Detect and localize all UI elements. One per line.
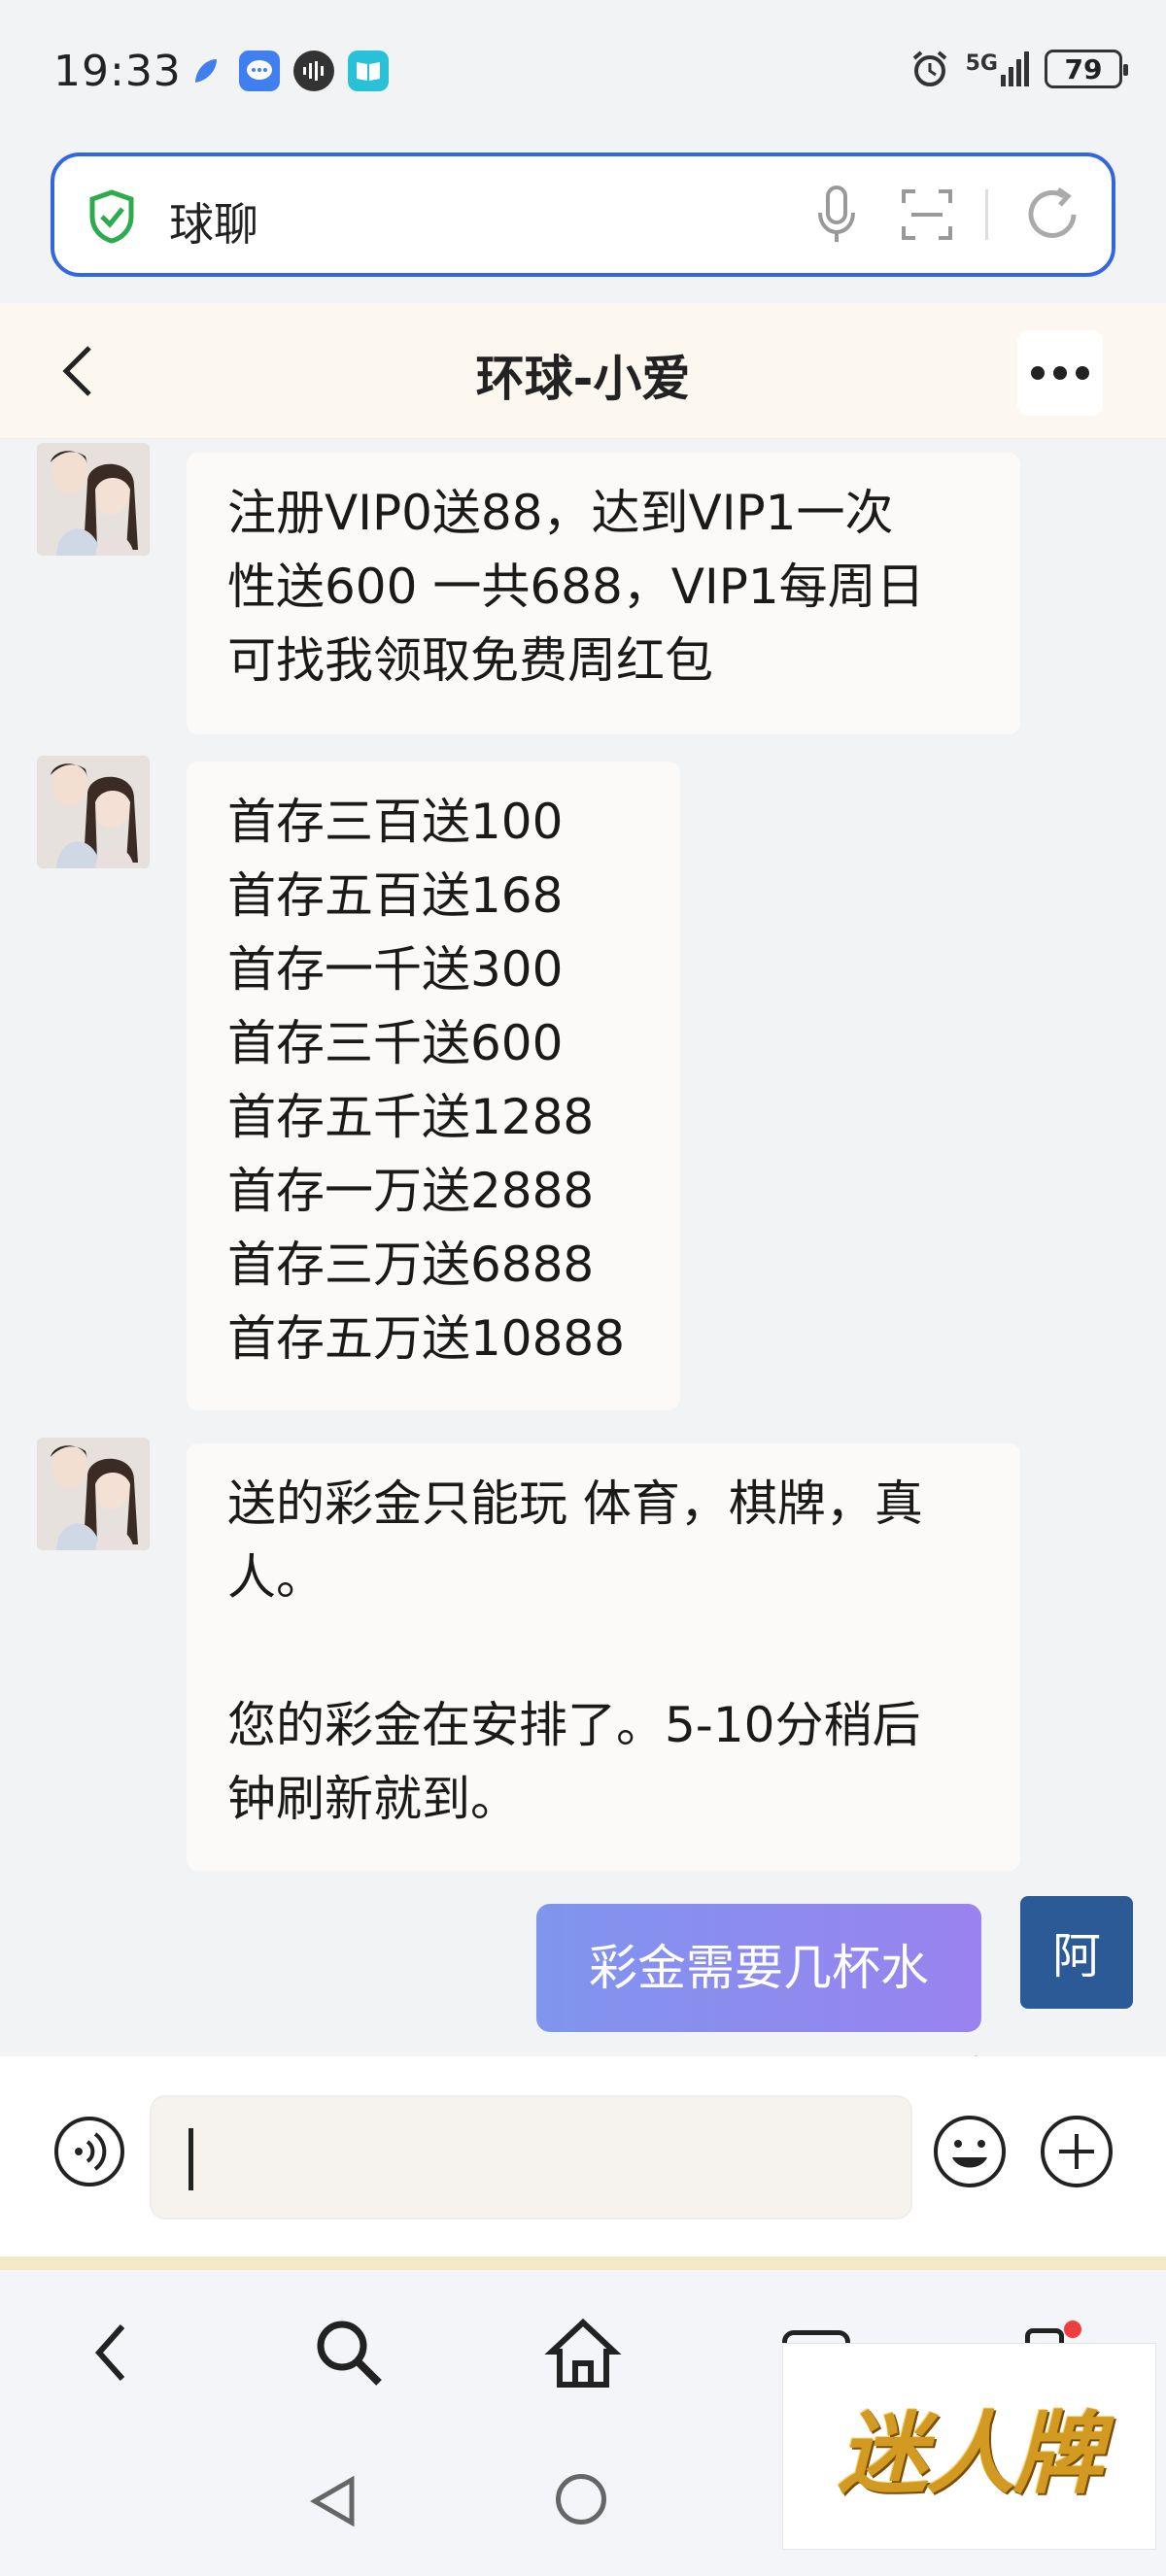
more-options-button[interactable] xyxy=(1017,330,1103,416)
audio-app-icon xyxy=(293,51,334,91)
search-query-text: 球聊 xyxy=(169,198,258,251)
browser-search-bar[interactable]: 球聊 xyxy=(51,153,1115,277)
chat-input-area xyxy=(0,2056,1166,2270)
message-bubble-3[interactable]: 送的彩金只能玩 体育，棋牌，真 人。 您的彩金在安排了。5-10分稍后 钟刷新就… xyxy=(187,1443,1020,1871)
notification-icons xyxy=(185,51,389,91)
status-time: 19:33 xyxy=(53,47,182,96)
alarm-icon xyxy=(912,51,946,86)
message-app-icon xyxy=(239,51,280,91)
chat-title: 环球-小爱 xyxy=(475,351,691,407)
add-attachment-icon[interactable] xyxy=(1038,2113,1115,2190)
my-avatar[interactable]: 阿 xyxy=(1020,1896,1133,2009)
battery-indicator: 79 xyxy=(1045,50,1128,88)
system-back-icon[interactable] xyxy=(309,2474,358,2528)
system-icons: 5G 79 xyxy=(909,49,1128,89)
contact-avatar[interactable] xyxy=(37,443,150,556)
message-bubble-2[interactable]: 首存三百送100 首存五百送168 首存一千送300 首存三千送600 首存五千… xyxy=(187,762,680,1410)
divider-strip xyxy=(0,2256,1166,2270)
notification-dot xyxy=(1064,2321,1081,2338)
refresh-icon[interactable] xyxy=(1021,184,1083,246)
my-message-bubble[interactable]: 彩金需要几杯水 xyxy=(536,1904,981,2032)
status-bar: 19:33 5G 79 xyxy=(0,0,1166,146)
voice-input-icon[interactable] xyxy=(52,2115,126,2188)
message-list[interactable]: 注册VIP0送88，达到VIP1一次 性送600 一共688，VIP1每周日 可… xyxy=(0,439,1166,2056)
battery-level: 79 xyxy=(1064,52,1103,85)
browser-back-icon[interactable] xyxy=(89,2319,132,2387)
search-divider xyxy=(985,189,988,240)
text-caret xyxy=(189,2128,193,2190)
network-type: 5G xyxy=(965,51,998,76)
system-home-icon[interactable] xyxy=(556,2474,606,2525)
contact-avatar[interactable] xyxy=(37,756,150,868)
microphone-icon[interactable] xyxy=(812,184,861,248)
network-signal-icon: 5G xyxy=(966,51,1029,86)
read-status: 已读 xyxy=(928,2047,986,2056)
more-dots-icon xyxy=(1031,366,1089,380)
browser-search-icon[interactable] xyxy=(313,2317,385,2389)
book-app-icon xyxy=(348,51,389,91)
message-bubble-1[interactable]: 注册VIP0送88，达到VIP1一次 性送600 一共688，VIP1每周日 可… xyxy=(187,453,1020,734)
message-input[interactable] xyxy=(150,2095,912,2220)
shield-check-icon xyxy=(89,189,134,244)
watermark-logo: 迷人牌 xyxy=(782,2343,1156,2550)
emoji-icon[interactable] xyxy=(931,2113,1009,2190)
feather-app-icon xyxy=(185,51,225,91)
contact-avatar[interactable] xyxy=(37,1438,150,1550)
scan-icon[interactable] xyxy=(900,187,954,242)
chat-header: 环球-小爱 xyxy=(0,303,1166,439)
watermark-text: 迷人牌 xyxy=(838,2401,1102,2506)
browser-home-icon[interactable] xyxy=(544,2315,622,2392)
